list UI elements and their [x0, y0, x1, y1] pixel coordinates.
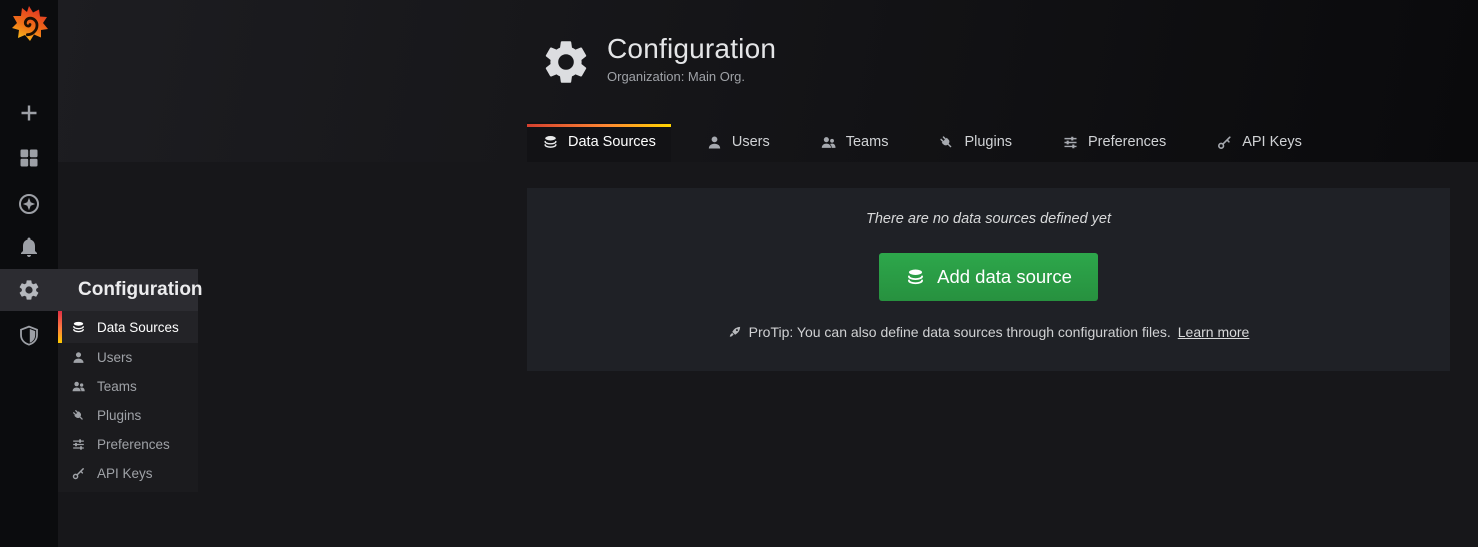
flyout-item-plugins[interactable]: Plugins: [58, 401, 198, 430]
flyout-item-label: Preferences: [97, 437, 170, 452]
tab-label: Data Sources: [568, 134, 656, 150]
flyout-item-api-keys[interactable]: API Keys: [58, 459, 198, 488]
user-icon: [706, 134, 723, 151]
tab-preferences[interactable]: Preferences: [1047, 122, 1181, 162]
tab-label: Users: [732, 134, 770, 150]
protip-row: ProTip: You can also define data sources…: [527, 324, 1450, 340]
configuration-page-gear-icon: [540, 36, 592, 88]
configuration-flyout-menu: Configuration Data Sources Users Teams P…: [58, 269, 198, 492]
flyout-item-preferences[interactable]: Preferences: [58, 430, 198, 459]
side-menu: [0, 0, 58, 547]
flyout-item-label: API Keys: [97, 466, 153, 481]
tab-users[interactable]: Users: [691, 122, 785, 162]
team-icon: [820, 134, 837, 151]
flyout-item-users[interactable]: Users: [58, 343, 198, 372]
data-sources-panel: There are no data sources defined yet Ad…: [527, 188, 1450, 371]
page-subtitle: Organization: Main Org.: [607, 69, 776, 84]
grafana-window: Configuration Data Sources Users Teams P…: [0, 0, 1478, 547]
tab-data-sources[interactable]: Data Sources: [527, 122, 671, 162]
flyout-title: Configuration: [58, 269, 198, 311]
tab-plugins[interactable]: Plugins: [923, 122, 1027, 162]
key-icon: [1216, 134, 1233, 151]
team-icon: [71, 379, 86, 394]
tab-label: Preferences: [1088, 134, 1166, 150]
configuration-gear-icon[interactable]: [0, 269, 58, 311]
server-admin-shield-icon[interactable]: [0, 315, 58, 357]
database-icon: [905, 267, 926, 288]
sliders-icon: [1062, 134, 1079, 151]
flyout-item-label: Users: [97, 350, 132, 365]
tab-api-keys[interactable]: API Keys: [1201, 122, 1317, 162]
page-heading: Configuration Organization: Main Org.: [540, 33, 776, 88]
alerting-bell-icon[interactable]: [0, 226, 58, 268]
tab-label: API Keys: [1242, 134, 1302, 150]
create-plus-icon[interactable]: [0, 92, 58, 134]
rocket-icon: [728, 325, 742, 339]
config-tab-bar: Data Sources Users Teams Plugins Prefere…: [527, 122, 1317, 162]
plug-icon: [71, 408, 86, 423]
tab-label: Teams: [846, 134, 889, 150]
user-icon: [71, 350, 86, 365]
plug-icon: [938, 134, 955, 151]
flyout-item-label: Data Sources: [97, 320, 179, 335]
explore-compass-icon[interactable]: [0, 183, 58, 225]
dashboards-icon[interactable]: [0, 137, 58, 179]
flyout-item-label: Plugins: [97, 408, 141, 423]
grafana-logo[interactable]: [9, 3, 49, 43]
add-data-source-label: Add data source: [937, 266, 1072, 288]
flyout-item-teams[interactable]: Teams: [58, 372, 198, 401]
flyout-item-label: Teams: [97, 379, 137, 394]
key-icon: [71, 466, 86, 481]
empty-list-message: There are no data sources defined yet: [527, 188, 1450, 227]
tab-teams[interactable]: Teams: [805, 122, 904, 162]
add-data-source-button[interactable]: Add data source: [879, 253, 1098, 301]
flyout-item-data-sources[interactable]: Data Sources: [58, 311, 198, 343]
page-title: Configuration: [607, 33, 776, 65]
database-icon: [542, 134, 559, 151]
sliders-icon: [71, 437, 86, 452]
learn-more-link[interactable]: Learn more: [1178, 324, 1250, 340]
database-icon: [71, 320, 86, 335]
tab-label: Plugins: [964, 134, 1012, 150]
protip-text: ProTip: You can also define data sources…: [749, 324, 1171, 340]
